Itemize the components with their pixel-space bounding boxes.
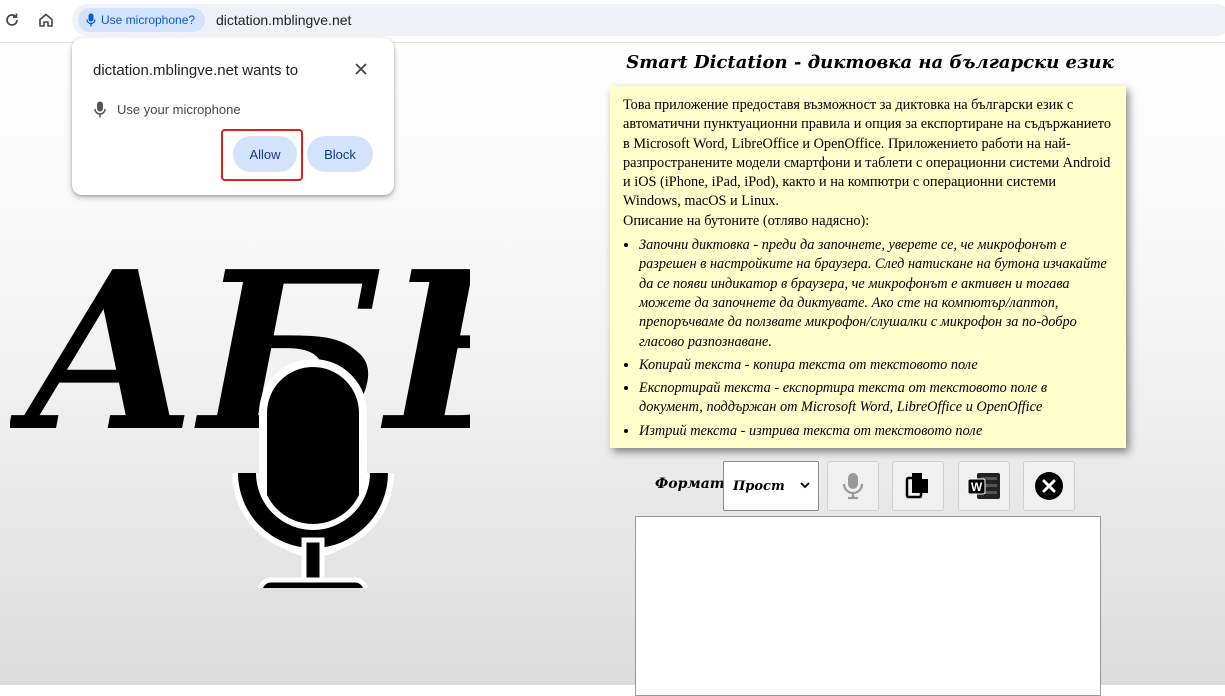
address-bar[interactable]: Use microphone? dictation.mblingve.net: [72, 4, 1225, 36]
list-item: Експортирай текста - експортира текста о…: [639, 379, 1114, 418]
permission-popup: dictation.mblingve.net wants to Use your…: [72, 38, 394, 195]
description-box: Това приложение предоставя възможност за…: [610, 86, 1126, 448]
word-icon: W: [967, 473, 1000, 499]
block-button[interactable]: Block: [307, 136, 373, 172]
export-word-button[interactable]: W: [958, 461, 1010, 511]
clear-text-button[interactable]: [1023, 461, 1075, 511]
popup-title: dictation.mblingve.net wants to: [93, 62, 299, 79]
home-icon[interactable]: [35, 9, 57, 31]
mic-permission-chip[interactable]: Use microphone?: [78, 8, 206, 32]
permission-request-text: Use your microphone: [117, 102, 241, 117]
list-item: Започни диктовка - преди да започнете, у…: [639, 236, 1114, 352]
svg-text:W: W: [971, 480, 983, 494]
microphone-icon: [94, 101, 106, 118]
button-descriptions: Започни диктовка - преди да започнете, у…: [623, 236, 1114, 441]
format-selected-value: Прост: [733, 478, 785, 494]
copy-icon: [905, 473, 928, 499]
format-select[interactable]: Прост: [723, 461, 819, 511]
page-title: Smart Dictation - диктовка на български …: [626, 52, 1114, 73]
allow-button[interactable]: Allow: [233, 136, 297, 172]
abv-microphone-logo: АБВ: [10, 224, 470, 588]
intro-text: Това приложение предоставя възможност за…: [623, 97, 1111, 210]
reload-icon[interactable]: [1, 9, 23, 31]
url-text[interactable]: dictation.mblingve.net: [216, 12, 351, 28]
close-circle-icon: [1035, 472, 1063, 500]
list-item: Копирай текста - копира текста от тексто…: [639, 356, 1114, 375]
logo-letters: АБВ: [10, 224, 470, 480]
buttons-heading: Описание на бутоните (отляво надясно):: [623, 212, 870, 229]
start-dictation-button[interactable]: [827, 461, 879, 511]
permission-request-row: Use your microphone: [94, 101, 241, 118]
microphone-icon: [842, 473, 864, 500]
browser-toolbar: Use microphone? dictation.mblingve.net: [0, 0, 1225, 43]
chevron-down-icon: [800, 482, 810, 489]
format-label: Формат:: [655, 476, 730, 492]
copy-text-button[interactable]: [892, 461, 944, 511]
controls-bar: Формат: Прост W: [655, 461, 1125, 511]
dictation-textarea[interactable]: [635, 516, 1101, 696]
mic-chip-label: Use microphone?: [101, 13, 196, 27]
microphone-icon: [86, 13, 96, 27]
microphone-icon: [232, 359, 394, 588]
list-item: Изтрий текста - изтрива текста от тексто…: [639, 422, 1114, 441]
close-icon[interactable]: [352, 60, 370, 78]
